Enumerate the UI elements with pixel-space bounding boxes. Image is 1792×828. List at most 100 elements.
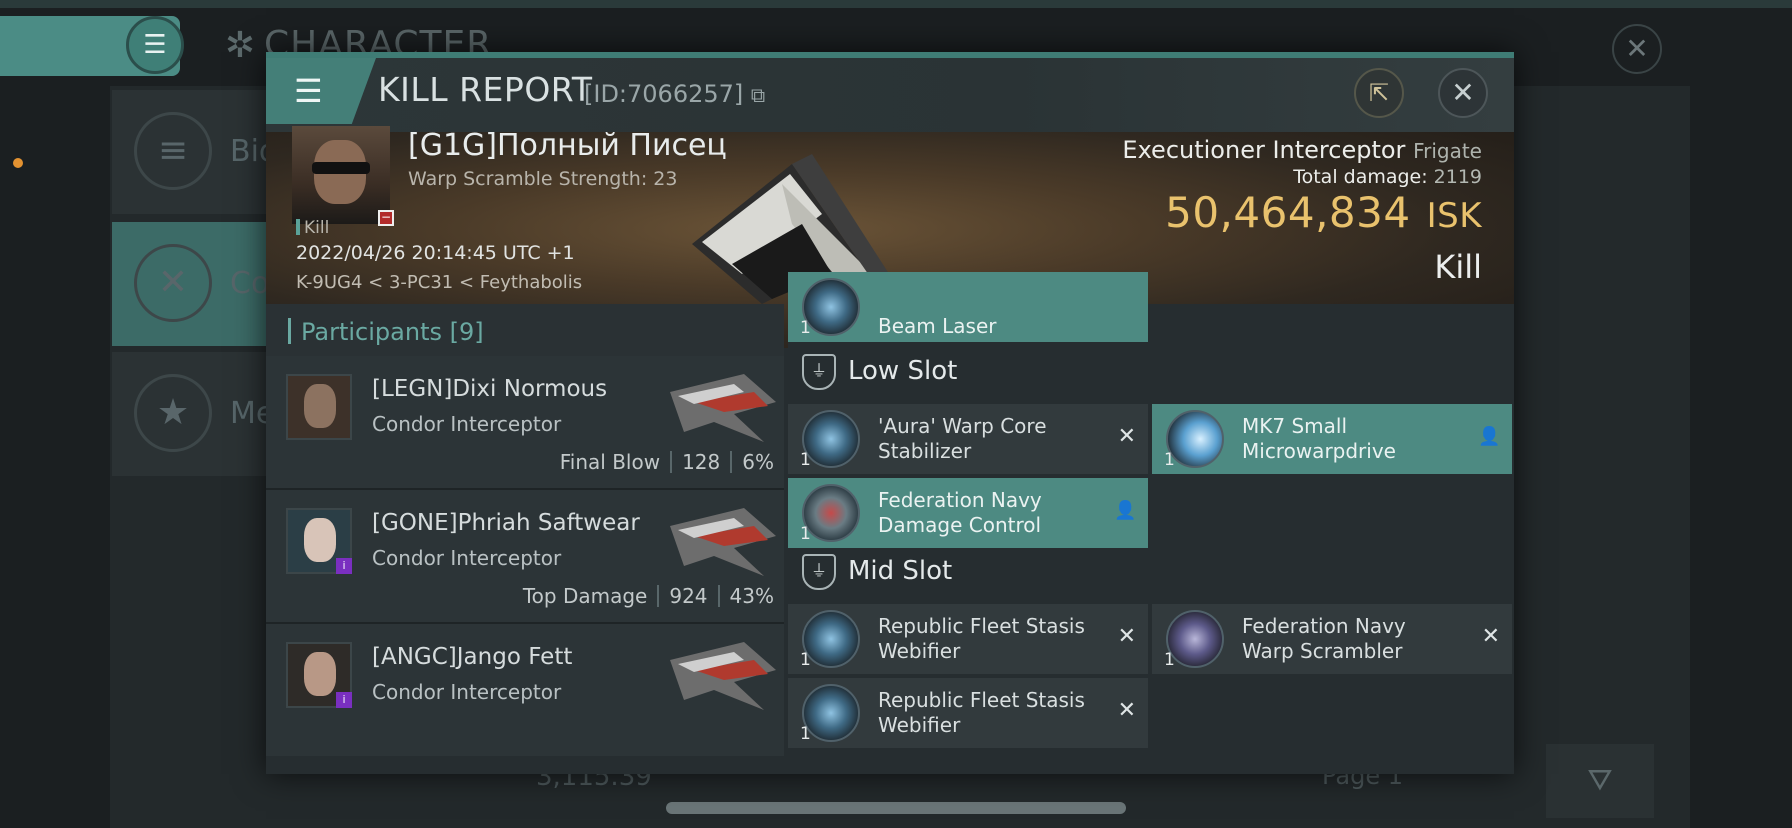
participant-name: [GONE]Phriah Saftwear	[372, 510, 640, 536]
participant-stats: Top Damage 924 43%	[523, 584, 774, 608]
portrait-face	[304, 518, 336, 562]
menu-button[interactable]: ☰	[126, 16, 184, 74]
destroyed-icon: ✕	[1481, 624, 1500, 649]
kill-id-text: [ID:7066257]	[584, 80, 744, 108]
portrait-face	[304, 652, 336, 696]
horizontal-scrollbar[interactable]	[666, 802, 1126, 814]
separator	[657, 585, 660, 607]
low-slot-icon: ⏚	[802, 354, 836, 390]
participant-stat-label: Final Blow	[559, 450, 661, 474]
close-button[interactable]: ✕	[1438, 68, 1488, 118]
participant-row[interactable]: i [ANGC]Jango Fett Condor Interceptor	[266, 624, 784, 756]
item-quantity: 1	[800, 724, 811, 744]
item-name: Federation Navy Damage Control	[878, 488, 1042, 537]
total-damage-value: 2119	[1433, 166, 1482, 188]
character-icon: ✲	[224, 25, 256, 66]
kill-id[interactable]: [ID:7066257] ⧉	[584, 80, 765, 108]
isk-amount: 50,464,834	[1165, 188, 1411, 237]
participant-name: [LEGN]Dixi Normous	[372, 376, 608, 402]
kill-datetime: 2022/04/26 20:14:45 UTC +1	[296, 242, 575, 264]
person-icon: 👤	[1478, 426, 1501, 447]
participant-row[interactable]: i [GONE]Phriah Saftwear Condor Intercept…	[266, 490, 784, 624]
item-name: MK7 Small Microwarpdrive	[1242, 414, 1396, 463]
destroyed-icon: ✕	[1117, 698, 1136, 723]
item-quantity: 1	[800, 524, 811, 544]
sidebar-item-bio[interactable]: ≡ Bio	[112, 90, 280, 214]
destroyed-icon: ✕	[1117, 624, 1136, 649]
separator	[717, 585, 720, 607]
item-name: Republic Fleet Stasis Webifier	[878, 688, 1085, 737]
fitting-item[interactable]: 1 'Aura' Warp Core Stabilizer ✕	[788, 404, 1148, 474]
item-quantity: 1	[1164, 650, 1175, 670]
victim-ship[interactable]: Executioner Interceptor Frigate	[1122, 136, 1482, 164]
fitting-item[interactable]: 1 Federation Navy Warp Scrambler ✕	[1152, 604, 1512, 674]
close-icon: ✕	[1625, 32, 1649, 65]
filter-button[interactable]: ⛛	[1546, 744, 1654, 818]
mid-slot-header: ⏚ Mid Slot	[788, 546, 1514, 598]
ship-class: Frigate	[1413, 139, 1482, 163]
page-close-button[interactable]: ✕	[1612, 24, 1662, 74]
participant-row[interactable]: [LEGN]Dixi Normous Condor Interceptor Fi…	[266, 356, 784, 490]
participants-header-bar	[288, 318, 291, 344]
list-icon: ≡	[134, 112, 212, 190]
participant-avatar: i	[286, 642, 352, 708]
condor-ship-image	[670, 642, 776, 710]
participant-avatar	[286, 374, 352, 440]
kill-tag: Kill	[296, 218, 329, 238]
sidebar-item-combat[interactable]: ✕ Co	[112, 222, 280, 346]
fitting-item[interactable]: 1 Republic Fleet Stasis Webifier ✕	[788, 678, 1148, 748]
participant-name: [ANGC]Jango Fett	[372, 644, 573, 670]
kill-report-modal: ☰ KILL REPORT [ID:7066257] ⧉ ⇱ ✕ − [G1G]…	[266, 52, 1514, 774]
mid-slot-icon: ⏚	[802, 554, 836, 590]
external-link-icon: ⇱	[1368, 79, 1390, 107]
fittings-panel: 1 Beam Laser ⏚ Low Slot 1 'Aura' Warp Co…	[788, 272, 1514, 748]
share-button[interactable]: ⇱	[1354, 68, 1404, 118]
top-bar	[0, 0, 1792, 8]
destroyed-icon: ✕	[1117, 424, 1136, 449]
participant-avatar: i	[286, 508, 352, 574]
kill-location[interactable]: K-9UG4 < 3-PC31 < Feythabolis	[296, 272, 582, 293]
hamburger-icon: ☰	[294, 72, 323, 110]
ship-name: Executioner Interceptor	[1122, 136, 1406, 164]
mid-slot-label: Mid Slot	[848, 556, 953, 586]
item-name: Beam Laser	[878, 314, 997, 338]
low-slot-header: ⏚ Low Slot	[788, 346, 1514, 398]
fitting-item[interactable]: 1 MK7 Small Microwarpdrive 👤	[1152, 404, 1512, 474]
item-name: Federation Navy Warp Scrambler	[1242, 614, 1406, 663]
result-label: Kill	[1434, 248, 1482, 286]
participant-damage: 128	[682, 450, 721, 474]
item-quantity: 1	[1164, 450, 1175, 470]
crossed-swords-icon: ✕	[134, 244, 212, 322]
warp-scramble-strength: Warp Scramble Strength: 23	[408, 168, 678, 190]
info-badge-icon: i	[336, 558, 352, 574]
hamburger-icon: ☰	[143, 30, 167, 60]
fitting-item[interactable]: 1 Beam Laser	[788, 272, 1148, 342]
participant-ship: Condor Interceptor	[372, 680, 562, 704]
item-name: 'Aura' Warp Core Stabilizer	[878, 414, 1047, 463]
participants-header: Participants [9]	[288, 318, 484, 346]
item-quantity: 1	[800, 318, 811, 338]
total-damage-label: Total damage:	[1293, 166, 1428, 188]
fitting-item[interactable]: 1 Republic Fleet Stasis Webifier ✕	[788, 604, 1148, 674]
separator	[670, 451, 673, 473]
fitting-item[interactable]: 1 Federation Navy Damage Control 👤	[788, 478, 1148, 548]
sidebar-item-medals[interactable]: ★ Me	[112, 352, 280, 476]
kill-tag-bar	[296, 219, 300, 235]
victim-avatar[interactable]	[292, 126, 390, 224]
notification-dot	[13, 158, 23, 168]
filter-icon: ⛛	[1587, 763, 1613, 798]
condor-ship-image	[670, 508, 776, 576]
participant-ship: Condor Interceptor	[372, 546, 562, 570]
item-name: Republic Fleet Stasis Webifier	[878, 614, 1085, 663]
participant-percent: 43%	[729, 584, 774, 608]
participant-ship: Condor Interceptor	[372, 412, 562, 436]
person-icon: 👤	[1114, 500, 1137, 521]
portrait-glasses	[312, 162, 370, 174]
standing-badge-icon: −	[378, 210, 394, 226]
copy-icon[interactable]: ⧉	[751, 83, 765, 107]
info-badge-icon: i	[336, 692, 352, 708]
modal-title: KILL REPORT	[378, 70, 593, 109]
participant-percent: 6%	[742, 450, 774, 474]
star-icon: ★	[134, 374, 212, 452]
participants-title: Participants	[301, 318, 442, 346]
